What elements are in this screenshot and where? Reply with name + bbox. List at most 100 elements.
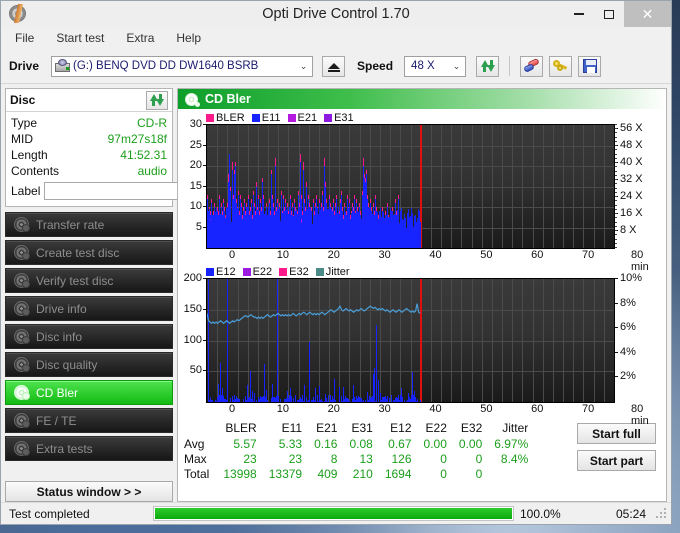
stats-cell: 0.00 xyxy=(423,436,447,451)
sidebar-item-create-test-disc[interactable]: Create test disc xyxy=(5,240,173,265)
x-tick-label: 40 xyxy=(429,249,442,261)
sidebar-item-label: Verify test disc xyxy=(36,273,114,288)
speed-select[interactable]: 48 X ⌄ xyxy=(404,55,467,77)
y-tick-label: 50 xyxy=(189,364,202,377)
sidebar-item-disc-info[interactable]: Disc info xyxy=(5,324,173,349)
stats-cell: 13998 xyxy=(223,466,257,481)
toolbar: Drive (G:) BENQ DVD DD DW1640 BSRB ⌄ Spe… xyxy=(1,49,671,84)
sidebar: Disc Type CD-R MID 97m27s18f Length 41:5… xyxy=(5,88,244,502)
status-window-button[interactable]: Status window > > xyxy=(5,481,173,502)
start-buttons: Start full Start part xyxy=(577,421,662,481)
table-row: Total 13998 13379 409 210 1694 0 0 xyxy=(184,466,534,481)
eject-icon xyxy=(327,63,340,72)
sidebar-item-extra-tests[interactable]: Extra tests xyxy=(5,436,173,461)
app-disc-icon xyxy=(7,4,29,24)
key-icon xyxy=(553,59,568,73)
stats-cell: 0 xyxy=(475,466,483,481)
sidebar-item-verify-test-disc[interactable]: Verify test disc xyxy=(5,268,173,293)
sidebar-item-disc-quality[interactable]: Disc quality xyxy=(5,352,173,377)
charts-container: BLER E11 E21 E31 5 10 15 20 25 30 8 X 16… xyxy=(178,109,666,428)
disc-scan-icon xyxy=(14,245,30,260)
chart-bler-right-axis: 8 X 16 X 24 X 32 X 40 X 48 X 56 X xyxy=(615,122,655,249)
legend-item-bler: BLER xyxy=(206,112,245,124)
stats-row-label-max: Max xyxy=(184,451,207,466)
maximize-button[interactable] xyxy=(594,1,624,27)
chart-e12-plot[interactable] xyxy=(206,278,615,403)
table-row: Avg 5.57 5.33 0.16 0.08 0.67 0.00 0.00 6… xyxy=(184,436,534,451)
stats-cell: 8.4% xyxy=(500,451,529,466)
right-tick-label: 48 X xyxy=(620,139,643,152)
chart-bler-plot[interactable] xyxy=(206,124,615,249)
stats-cell: 0.08 xyxy=(349,436,373,451)
chart-bler-plot-wrap: 5 10 15 20 25 30 8 X 16 X 24 X 32 X 40 X 48 X 56 X xyxy=(180,118,662,249)
x-tick-label: 50 xyxy=(480,249,493,261)
legend-item-e31: E31 xyxy=(324,112,354,124)
pills-icon xyxy=(522,57,540,73)
stats-cell: 5.33 xyxy=(278,436,303,451)
close-button[interactable]: ✕ xyxy=(624,1,671,27)
options-button[interactable] xyxy=(549,55,573,77)
main-panel: CD Bler BLER E11 E21 E31 5 10 15 20 25 3… xyxy=(177,88,667,502)
stats-col-e32: E32 xyxy=(460,421,483,435)
y-tick-label: 15 xyxy=(189,179,202,192)
menu-item-file[interactable]: File xyxy=(11,29,38,47)
x-tick-label: 60 xyxy=(531,403,544,415)
chart-bler-legend: BLER E11 E21 E31 xyxy=(180,111,662,124)
disc-row-mid: MID 97m27s18f xyxy=(11,131,167,147)
stats-cell: 126 xyxy=(391,451,412,466)
start-part-button[interactable]: Start part xyxy=(577,450,656,471)
chart-e12-y-axis: 50 100 150 200 xyxy=(180,272,206,403)
stats-col-e21: E21 xyxy=(316,421,338,435)
refresh-button[interactable] xyxy=(476,55,500,77)
disc-label-row: Label xyxy=(11,180,244,202)
stats-col-jitter: Jitter xyxy=(502,421,529,435)
drive-select[interactable]: (G:) BENQ DVD DD DW1640 BSRB ⌄ xyxy=(51,55,314,77)
legend-label: E21 xyxy=(297,111,318,124)
chevron-down-icon: ⌄ xyxy=(299,60,308,71)
status-bar: Test completed 100.0% 05:24 xyxy=(1,502,671,524)
disc-type-value: CD-R xyxy=(137,116,167,130)
stats-cell: 409 xyxy=(317,466,338,481)
menu-item-extra[interactable]: Extra xyxy=(122,29,158,47)
stats-area: BLER E11 E21 E31 E12 E22 E32 Jitter Avg xyxy=(178,417,666,481)
stats-cell: 13379 xyxy=(268,466,303,481)
disc-contents-label: Contents xyxy=(11,164,60,178)
disc-label-caption: Label xyxy=(11,184,41,198)
stats-col-e31: E31 xyxy=(351,421,373,435)
sidebar-item-label: Drive info xyxy=(36,301,87,316)
resize-grip[interactable] xyxy=(656,507,668,520)
stats-col-e22: E22 xyxy=(425,421,447,435)
stats-cell: 0 xyxy=(440,451,447,466)
x-tick-label: 50 xyxy=(480,403,493,415)
disc-panel-title: Disc xyxy=(10,93,36,107)
drive-select-value: (G:) BENQ DVD DD DW1640 BSRB xyxy=(73,60,259,72)
stats-col-e11: E11 xyxy=(281,421,303,435)
disc-type-label: Type xyxy=(11,116,38,130)
y-tick-label: 200 xyxy=(183,272,202,284)
stats-cell: 23 xyxy=(288,451,303,466)
chart-bler-x-axis: 0 10 20 30 40 50 60 70 80 min xyxy=(206,249,662,273)
sidebar-item-cd-bler[interactable]: CD Bler xyxy=(5,380,173,405)
legend-label: E12 xyxy=(216,265,236,278)
chart-bler-y-axis: 5 10 15 20 25 30 xyxy=(180,118,206,249)
eject-button[interactable] xyxy=(322,55,346,77)
menu-item-help[interactable]: Help xyxy=(172,29,205,47)
legend-swatch xyxy=(315,267,324,276)
disc-row-type: Type CD-R xyxy=(11,115,167,131)
sidebar-item-drive-info[interactable]: Drive info xyxy=(5,296,173,321)
x-tick-label: 20 xyxy=(327,403,340,415)
pills-button[interactable] xyxy=(520,55,544,77)
sidebar-item-transfer-rate[interactable]: Transfer rate xyxy=(5,212,173,237)
menu-item-start-test[interactable]: Start test xyxy=(52,29,108,47)
stats-cell: 13 xyxy=(359,451,373,466)
menu-bar: File Start test Extra Help xyxy=(1,27,671,49)
disc-refresh-button[interactable] xyxy=(146,90,168,110)
chart-bler: BLER E11 E21 E31 5 10 15 20 25 30 8 X 16… xyxy=(180,111,662,274)
save-button[interactable] xyxy=(578,55,602,77)
sidebar-item-label: Disc quality xyxy=(36,357,98,372)
right-tick-label: 56 X xyxy=(620,122,643,135)
chevron-down-icon: ⌄ xyxy=(452,60,461,71)
minimize-button[interactable] xyxy=(564,1,594,27)
stats-cell: 0.00 xyxy=(458,436,483,451)
sidebar-item-fe-te[interactable]: FE / TE xyxy=(5,408,173,433)
